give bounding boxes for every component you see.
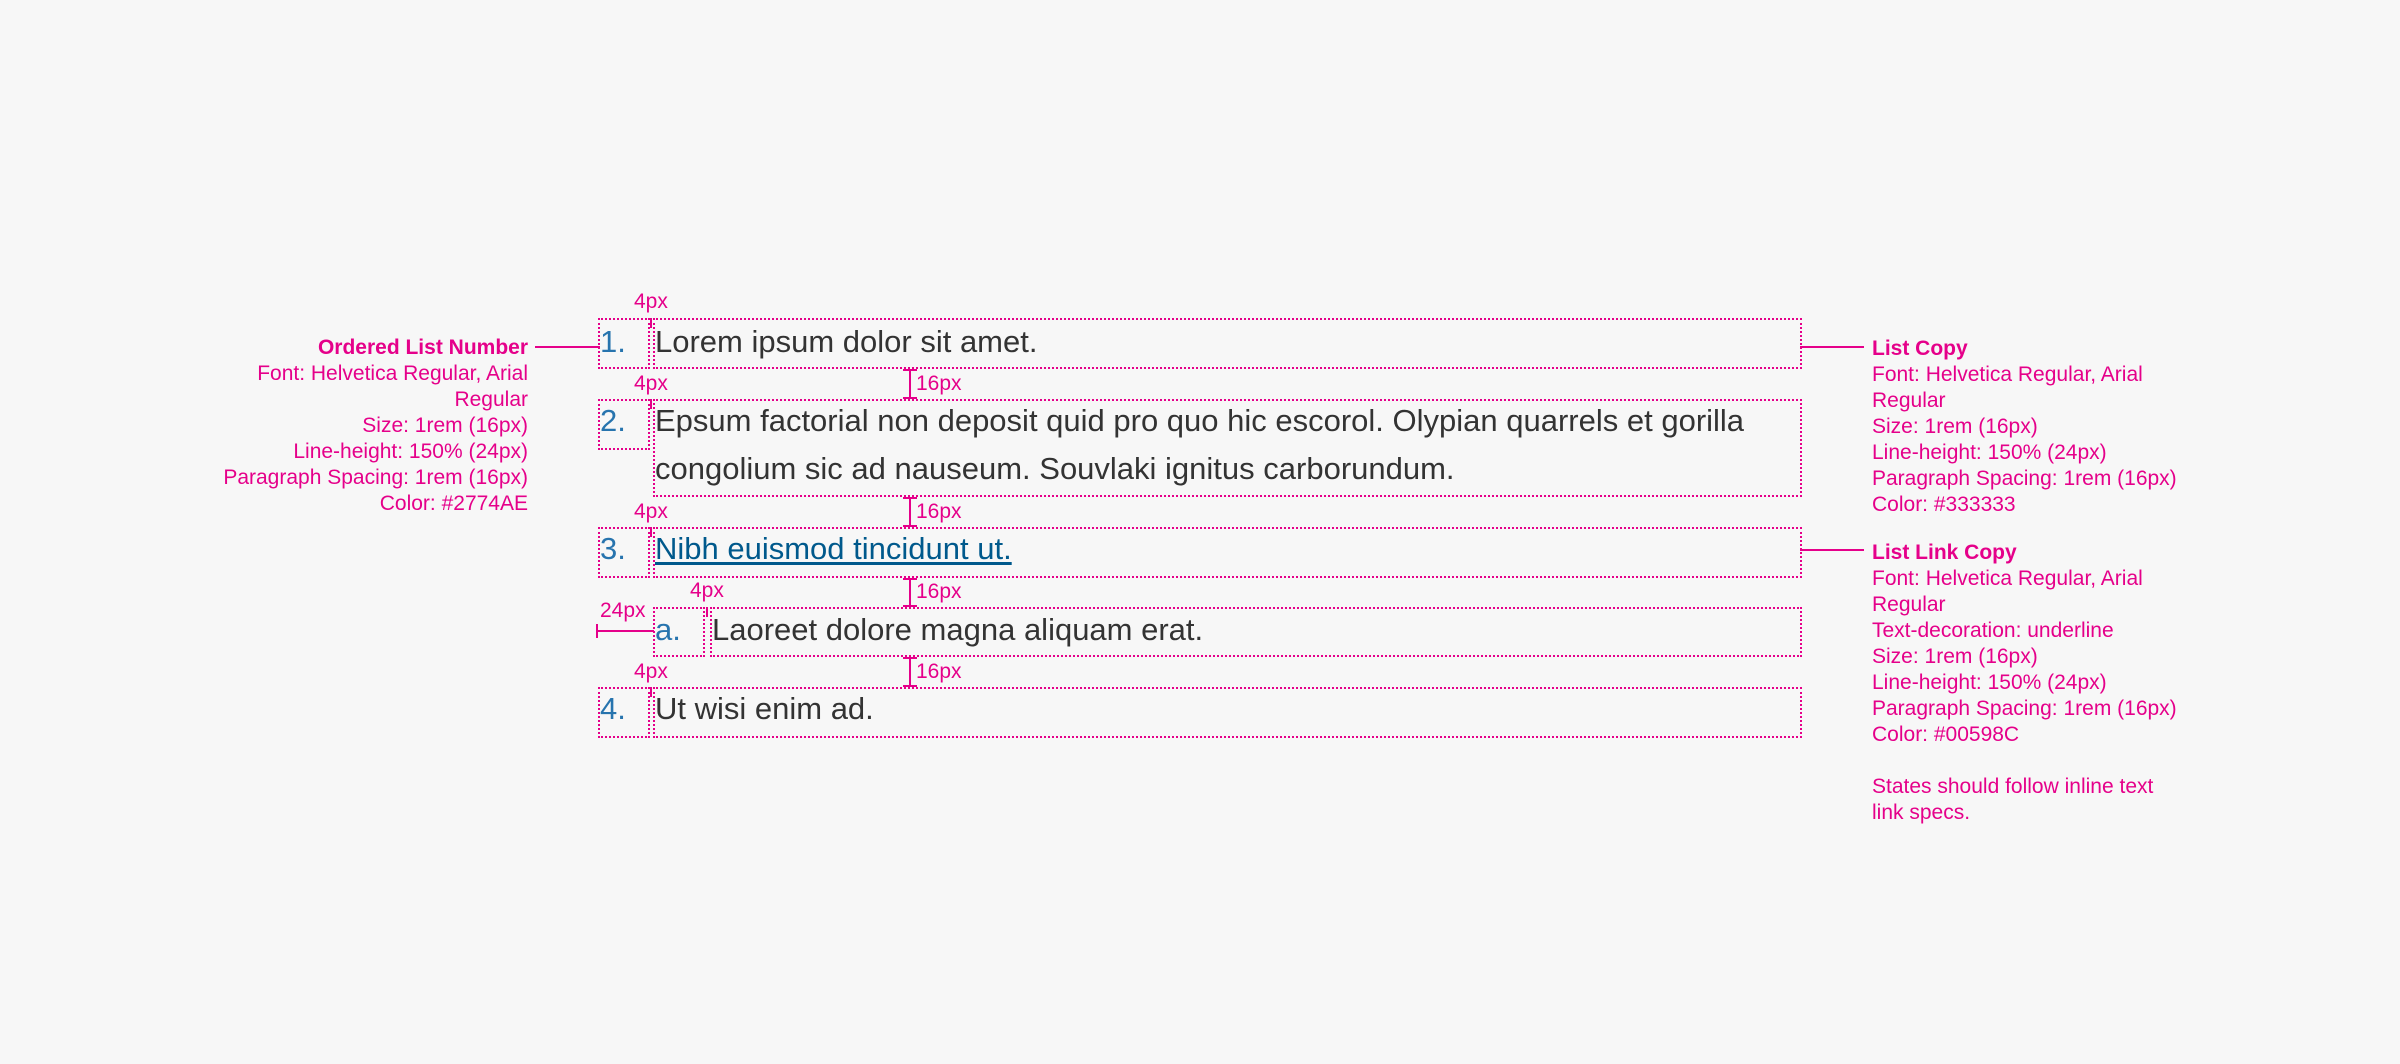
spacing-marker <box>909 657 911 687</box>
spec-color: Color: #2774AE <box>379 492 528 515</box>
dimension-label-spacing: 16px <box>916 660 962 683</box>
spacing-marker-cap <box>903 657 917 659</box>
list-number: 4. <box>600 691 626 726</box>
spec-line-height: Line-height: 150% (24px) <box>1872 671 2107 694</box>
spec-list-copy: List Copy Font: Helvetica Regular, Arial… <box>1872 336 2177 518</box>
spec-color: Color: #00598C <box>1872 723 2020 746</box>
leader-line-copy <box>1800 346 1864 348</box>
list-number: 1. <box>600 324 626 359</box>
spec-size: Size: 1rem (16px) <box>1872 415 2038 438</box>
spec-color: Color: #333333 <box>1872 493 2016 516</box>
gap-marker <box>650 527 652 537</box>
spacing-marker-cap <box>903 369 917 371</box>
spec-spacing: Paragraph Spacing: 1rem (16px) <box>1872 697 2177 720</box>
dimension-label-indent: 24px <box>600 599 646 622</box>
dimension-label-spacing: 16px <box>916 372 962 395</box>
dimension-label-gap: 4px <box>634 660 668 683</box>
spec-font-cont: Regular <box>1872 593 1946 616</box>
list-item-text: Laoreet dolore magna aliquam erat. <box>712 612 1204 647</box>
spec-title: List Link Copy <box>1872 541 2017 564</box>
spec-line-height: Line-height: 150% (24px) <box>293 440 528 463</box>
spacing-marker-cap <box>903 497 917 499</box>
spec-font: Font: Helvetica Regular, Arial <box>1872 567 2143 590</box>
leader-line-number <box>535 346 600 348</box>
dimension-label-gap: 4px <box>634 290 668 313</box>
spec-size: Size: 1rem (16px) <box>1872 645 2038 668</box>
spec-font-cont: Regular <box>454 388 528 411</box>
spec-title: Ordered List Number <box>317 336 528 359</box>
spec-font: Font: Helvetica Regular, Arial <box>257 362 528 385</box>
spec-font: Font: Helvetica Regular, Arial <box>1872 363 2143 386</box>
list-item-text: Ut wisi enim ad. <box>655 691 874 726</box>
spec-spacing: Paragraph Spacing: 1rem (16px) <box>223 466 528 489</box>
list-item-text: Lorem ipsum dolor sit amet. <box>655 324 1038 359</box>
spec-decoration: Text-decoration: underline <box>1872 619 2114 642</box>
list-item-text-line2: congolium sic ad nauseum. Souvlaki ignit… <box>655 451 1455 486</box>
spec-note: States should follow inline text <box>1872 775 2154 798</box>
spec-ordered-list-number: Ordered List Number Font: Helvetica Regu… <box>223 335 528 517</box>
list-item-text: Epsum factorial non deposit quid pro quo… <box>655 403 1745 438</box>
gap-marker <box>706 607 708 617</box>
dimension-label-spacing: 16px <box>916 580 962 603</box>
spec-line-height: Line-height: 150% (24px) <box>1872 441 2107 464</box>
spacing-marker <box>909 369 911 399</box>
leader-line-link <box>1800 549 1864 551</box>
spec-title: List Copy <box>1872 337 1968 360</box>
dimension-label-gap: 4px <box>690 579 724 602</box>
spec-font-cont: Regular <box>1872 389 1946 412</box>
dimension-label-gap: 4px <box>634 500 668 523</box>
spec-spacing: Paragraph Spacing: 1rem (16px) <box>1872 467 2177 490</box>
list-number: 2. <box>600 403 626 438</box>
spec-list-link-copy: List Link Copy Font: Helvetica Regular, … <box>1872 540 2177 826</box>
list-number: 3. <box>600 531 626 566</box>
dimension-label-spacing: 16px <box>916 500 962 523</box>
indent-marker-cap <box>596 624 598 638</box>
list-number: a. <box>655 612 681 647</box>
spacing-marker-cap <box>903 578 917 580</box>
spacing-marker <box>909 497 911 527</box>
spec-size: Size: 1rem (16px) <box>362 414 528 437</box>
spec-note-cont: link specs. <box>1872 801 1971 824</box>
gap-marker <box>650 687 652 697</box>
gap-marker <box>650 399 652 409</box>
list-item-link[interactable]: Nibh euismod tincidunt ut. <box>655 525 1012 573</box>
dimension-label-gap: 4px <box>634 372 668 395</box>
spacing-marker <box>909 578 911 607</box>
gap-marker <box>650 318 652 328</box>
indent-marker <box>596 630 654 632</box>
